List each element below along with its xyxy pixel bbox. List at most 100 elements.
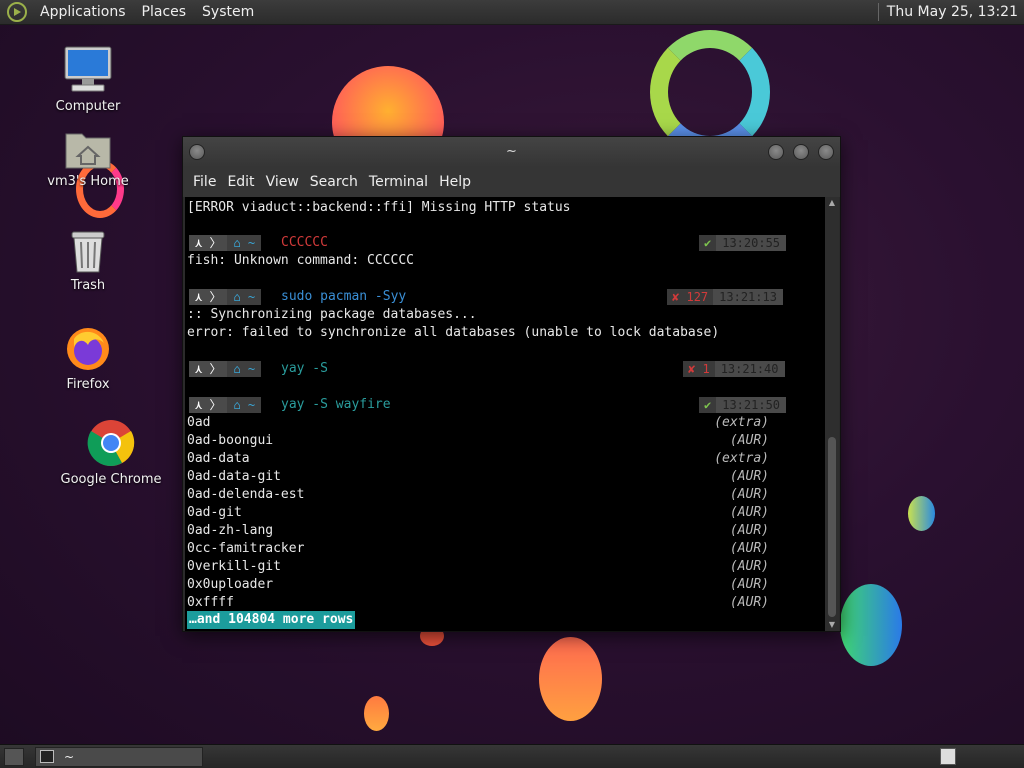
terminal-output-line: [ERROR viaduct::backend::ffi] Missing HT…	[187, 200, 571, 215]
status-ok-icon: ✔	[699, 397, 717, 413]
terminal-icon	[40, 750, 54, 763]
command-status: ✘ 1 13:21:40	[683, 361, 785, 377]
command-status: ✔ 13:21:50	[699, 397, 787, 413]
terminal-output-line: error: failed to synchronize all databas…	[187, 325, 720, 340]
clock[interactable]: Thu May 25, 13:21	[887, 4, 1024, 20]
chrome-icon	[87, 420, 135, 467]
prompt: ⋏ 〉 ⌂ ~	[189, 361, 262, 377]
package-repo: (AUR)	[729, 541, 769, 556]
prompt-arrow-icon: ⋏ 〉	[189, 397, 228, 413]
menu-help[interactable]: Help	[439, 174, 482, 190]
terminal-output-line: :: Synchronizing package databases...	[187, 307, 477, 322]
command-time: 13:21:40	[714, 361, 785, 377]
command-time: 13:20:55	[716, 235, 787, 251]
menu-edit[interactable]: Edit	[227, 174, 265, 190]
computer-icon	[64, 46, 112, 92]
package-repo: (AUR)	[729, 469, 769, 484]
command-text: sudo pacman -Syy	[281, 289, 407, 304]
prompt-arrow-icon: ⋏ 〉	[189, 361, 228, 377]
package-repo: (AUR)	[729, 523, 769, 538]
home-folder-icon	[65, 133, 111, 169]
maximize-button[interactable]	[793, 144, 809, 160]
desktop-icon-chrome[interactable]: Google Chrome	[56, 418, 166, 487]
desktop-icon-trash[interactable]: Trash	[33, 228, 143, 293]
panel-separator	[877, 3, 879, 21]
terminal-screen[interactable]: [ERROR viaduct::backend::ffi] Missing HT…	[185, 197, 825, 631]
more-rows-indicator: …and 104804 more rows	[187, 611, 356, 629]
desktop-icon-label: Google Chrome	[60, 472, 162, 487]
terminal-scrollbar[interactable]: ▲ ▼	[825, 197, 839, 631]
prompt: ⋏ 〉 ⌂ ~	[189, 235, 262, 251]
desktop-icon-computer[interactable]: Computer	[33, 45, 143, 114]
desktop-icon-label: Firefox	[66, 377, 110, 392]
menu-file[interactable]: File	[193, 174, 227, 190]
close-button[interactable]	[818, 144, 834, 160]
status-error-icon: ✘ 127	[667, 289, 714, 305]
wallpaper-blob-red	[539, 637, 602, 721]
command-time: 13:21:50	[716, 397, 787, 413]
prompt-home-segment: ⌂ ~	[227, 397, 262, 413]
package-repo: (extra)	[714, 451, 769, 466]
minimize-button[interactable]	[768, 144, 784, 160]
package-name: 0verkill-git	[187, 559, 281, 574]
scroll-down-icon[interactable]: ▼	[828, 621, 836, 629]
command-text: yay -S wayfire	[281, 397, 391, 412]
prompt: ⋏ 〉 ⌂ ~	[189, 289, 262, 305]
desktop-icon-home[interactable]: vm3's Home	[33, 128, 143, 189]
prompt: ⋏ 〉 ⌂ ~	[189, 397, 262, 413]
menu-view[interactable]: View	[266, 174, 310, 190]
command-text: yay -S	[281, 361, 328, 376]
status-error-icon: ✘ 1	[683, 361, 715, 377]
places-menu[interactable]: Places	[134, 4, 195, 20]
desktop-icon-label: Computer	[55, 99, 121, 114]
show-desktop-button[interactable]	[4, 748, 24, 766]
scrollbar-thumb[interactable]	[828, 437, 836, 617]
prompt-arrow-icon: ⋏ 〉	[189, 235, 228, 251]
bottom-panel: ~	[0, 744, 1024, 768]
package-name: 0x0uploader	[187, 577, 274, 592]
package-name: 0ad-boongui	[187, 433, 274, 448]
applications-menu[interactable]: Applications	[32, 4, 134, 20]
package-name: 0xffff	[187, 595, 234, 610]
top-panel: Applications Places System Thu May 25, 1…	[0, 0, 1024, 25]
workspace-switcher[interactable]	[940, 748, 956, 765]
package-repo: (AUR)	[729, 559, 769, 574]
package-repo: (AUR)	[729, 433, 769, 448]
menu-search[interactable]: Search	[310, 174, 369, 190]
package-name: 0ad-data	[187, 451, 250, 466]
package-name: 0ad-delenda-est	[187, 487, 305, 502]
scroll-up-icon[interactable]: ▲	[828, 199, 836, 207]
desktop-icon-label: Trash	[70, 278, 106, 293]
system-menu[interactable]: System	[194, 4, 262, 20]
status-ok-icon: ✔	[699, 235, 717, 251]
desktop-icon-firefox[interactable]: Firefox	[33, 325, 143, 392]
menu-terminal[interactable]: Terminal	[369, 174, 439, 190]
package-repo: (AUR)	[729, 595, 769, 610]
package-name: 0ad-git	[187, 505, 242, 520]
wallpaper-blob-cyan	[840, 584, 902, 666]
desktop-icon-label: vm3's Home	[47, 174, 129, 189]
window-menu-button[interactable]	[189, 144, 205, 160]
terminal-menubar: File Edit View Search Terminal Help	[183, 167, 840, 197]
terminal-titlebar[interactable]: ~	[183, 137, 840, 167]
terminal-output-line: fish: Unknown command: CCCCCC	[187, 253, 414, 268]
package-repo: (AUR)	[729, 577, 769, 592]
package-repo: (AUR)	[729, 505, 769, 520]
window-title: ~	[506, 144, 517, 159]
wallpaper-blob-small	[364, 696, 389, 731]
prompt-arrow-icon: ⋏ 〉	[189, 289, 228, 305]
prompt-home-segment: ⌂ ~	[227, 361, 262, 377]
taskbar-item-terminal[interactable]: ~	[35, 747, 203, 767]
command-text: CCCCCC	[281, 235, 328, 250]
prompt-home-segment: ⌂ ~	[227, 289, 262, 305]
package-name: 0ad-zh-lang	[187, 523, 274, 538]
command-time: 13:21:13	[713, 289, 783, 305]
terminal-window[interactable]: ~ File Edit View Search Terminal Help [E…	[182, 136, 841, 632]
command-status: ✔ 13:20:55	[699, 235, 787, 251]
wallpaper-blob-blue	[908, 496, 935, 531]
distro-logo-icon[interactable]	[6, 1, 28, 23]
package-name: 0ad-data-git	[187, 469, 281, 484]
package-repo: (extra)	[714, 415, 769, 430]
command-status: ✘ 127 13:21:13	[667, 289, 783, 305]
prompt-home-segment: ⌂ ~	[227, 235, 262, 251]
